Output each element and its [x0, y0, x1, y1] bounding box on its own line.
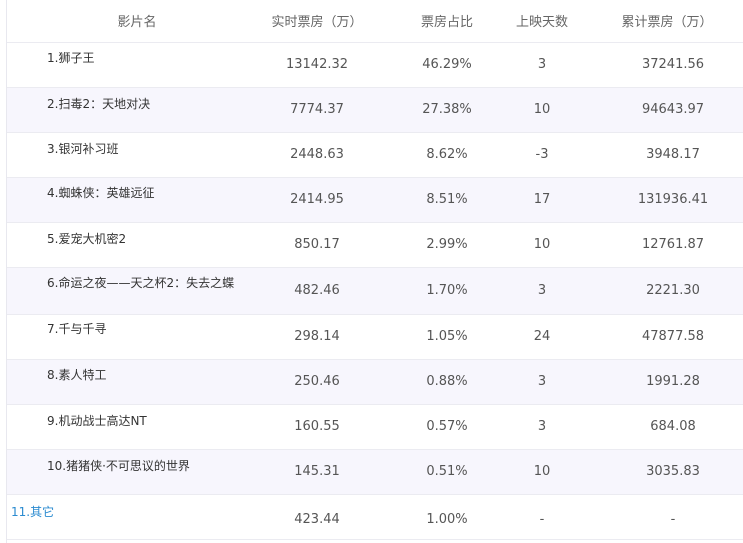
realtime-box-office: 2448.63 — [290, 147, 344, 162]
box-office-share: 8.51% — [426, 192, 468, 207]
film-name: 2.扫毒2：天地对决 — [47, 97, 151, 111]
box-office-share: 0.57% — [426, 419, 468, 434]
realtime-box-office: 423.44 — [294, 512, 340, 527]
box-office-share: 2.99% — [426, 237, 468, 252]
film-name: 8.素人特工 — [47, 368, 107, 382]
table-row: 2.扫毒2：天地对决 7774.37 27.38% 10 94643.97 — [7, 88, 743, 133]
days-released: 10 — [533, 237, 551, 252]
realtime-box-office: 2414.95 — [290, 192, 344, 207]
realtime-box-office: 482.46 — [294, 283, 340, 298]
table-header: 影片名 实时票房（万） 票房占比 上映天数 累计票房（万） — [7, 0, 743, 43]
film-name: 10.猪猪侠·不可思议的世界 — [47, 459, 190, 473]
total-box-office: 1991.28 — [646, 374, 700, 389]
film-name: 5.爱宠大机密2 — [47, 232, 127, 246]
box-office-share: 0.88% — [426, 374, 468, 389]
box-office-share: 0.51% — [426, 464, 468, 479]
total-box-office: 47877.58 — [641, 329, 705, 344]
table-row: 10.猪猪侠·不可思议的世界 145.31 0.51% 10 3035.83 — [7, 450, 743, 495]
table-row: 4.蜘蛛侠：英雄远征 2414.95 8.51% 17 131936.41 — [7, 178, 743, 223]
realtime-box-office: 7774.37 — [290, 102, 344, 117]
header-days-released: 上映天数 — [515, 15, 568, 30]
box-office-share: 8.62% — [426, 147, 468, 162]
film-name: 4.蜘蛛侠：英雄远征 — [47, 186, 155, 200]
days-released: -3 — [535, 147, 549, 162]
table-row: 9.机动战士高达NT 160.55 0.57% 3 684.08 — [7, 405, 743, 450]
realtime-box-office: 145.31 — [294, 464, 340, 479]
realtime-box-office: 850.17 — [294, 237, 340, 252]
header-film-name: 影片名 — [117, 15, 157, 30]
total-box-office: 94643.97 — [641, 102, 705, 117]
header-total-box-office: 累计票房（万） — [621, 15, 713, 30]
total-box-office: 131936.41 — [637, 192, 709, 207]
days-released: 17 — [533, 192, 551, 207]
realtime-box-office: 13142.32 — [285, 57, 349, 72]
box-office-page: 影片名 实时票房（万） 票房占比 上映天数 累计票房（万） 1.狮子王 13142… — [0, 0, 743, 543]
other-films-link[interactable]: 11.其它 — [11, 503, 54, 521]
box-office-table: 影片名 实时票房（万） 票房占比 上映天数 累计票房（万） 1.狮子王 13142… — [6, 0, 743, 543]
film-name: 9.机动战士高达NT — [47, 414, 147, 428]
total-box-office: 684.08 — [650, 419, 696, 434]
days-released: 24 — [533, 329, 551, 344]
days-released: 3 — [537, 419, 547, 434]
film-name: 1.狮子王 — [47, 51, 95, 65]
table-row: 3.银河补习班 2448.63 8.62% -3 3948.17 — [7, 133, 743, 178]
days-released: 10 — [533, 464, 551, 479]
days-released: 3 — [537, 283, 547, 298]
total-box-office: 2221.30 — [646, 283, 700, 298]
total-box-office: 37241.56 — [641, 57, 705, 72]
total-box-office: 3948.17 — [646, 147, 700, 162]
table-row: 1.狮子王 13142.32 46.29% 3 37241.56 — [7, 43, 743, 88]
realtime-box-office: 298.14 — [294, 329, 340, 344]
box-office-share: 1.05% — [426, 329, 468, 344]
table-row: 8.素人特工 250.46 0.88% 3 1991.28 — [7, 360, 743, 405]
days-released: 3 — [537, 57, 547, 72]
table-row: 6.命运之夜——天之杯2：失去之蝶 482.46 1.70% 3 2221.30 — [7, 268, 743, 315]
days-released: 10 — [533, 102, 551, 117]
header-realtime-box-office: 实时票房（万） — [271, 15, 363, 30]
total-box-office: - — [670, 512, 676, 527]
box-office-share: 1.00% — [426, 512, 468, 527]
realtime-box-office: 160.55 — [294, 419, 340, 434]
box-office-share: 46.29% — [422, 57, 472, 72]
film-name: 3.银河补习班 — [47, 142, 119, 156]
film-name: 7.千与千寻 — [47, 322, 107, 336]
box-office-share: 1.70% — [426, 283, 468, 298]
table-row-other: 11.其它 423.44 1.00% - - — [7, 495, 743, 540]
total-box-office: 12761.87 — [641, 237, 705, 252]
table-row: 7.千与千寻 298.14 1.05% 24 47877.58 — [7, 315, 743, 360]
realtime-box-office: 250.46 — [294, 374, 340, 389]
box-office-share: 27.38% — [422, 102, 472, 117]
days-released: - — [539, 512, 545, 527]
header-box-office-share: 票房占比 — [420, 15, 473, 30]
table-row: 5.爱宠大机密2 850.17 2.99% 10 12761.87 — [7, 223, 743, 268]
days-released: 3 — [537, 374, 547, 389]
total-box-office: 3035.83 — [646, 464, 700, 479]
film-name: 6.命运之夜——天之杯2：失去之蝶 — [47, 276, 235, 290]
